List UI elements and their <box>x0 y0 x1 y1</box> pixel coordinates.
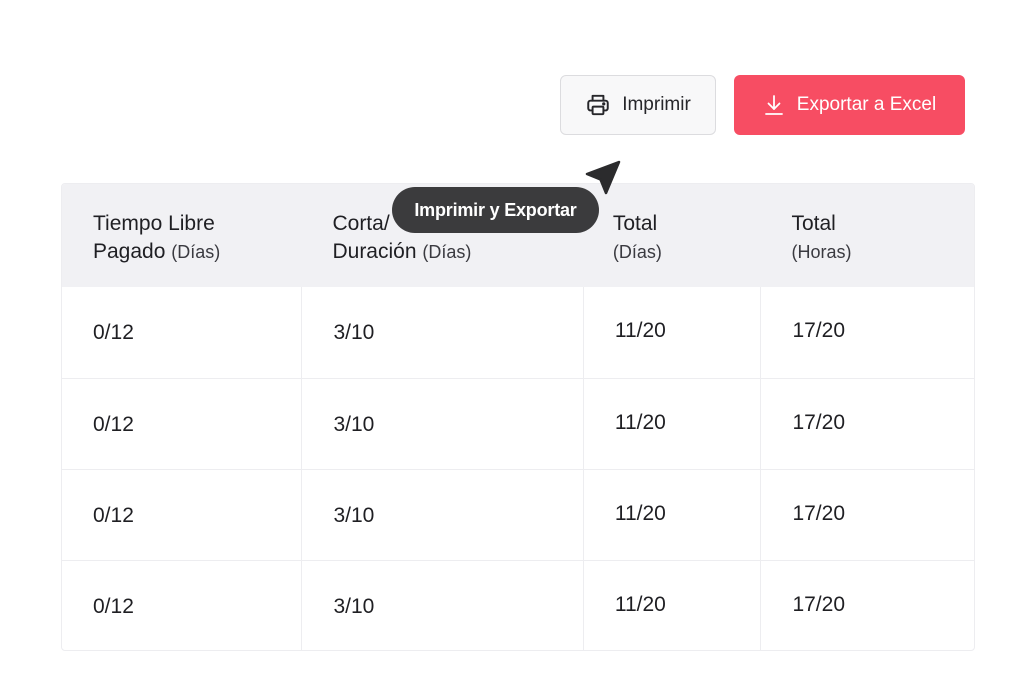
table-row: 0/12 3/10 11/20 17/20 <box>62 287 974 378</box>
header-unit: (Días) <box>171 242 221 262</box>
download-icon <box>763 93 785 117</box>
table-cell: 11/20 <box>582 379 761 470</box>
table-row: 0/12 3/10 11/20 17/20 <box>62 560 974 650</box>
tooltip: Imprimir y Exportar <box>392 187 599 233</box>
table-cell: 0/12 <box>93 412 134 436</box>
header-line: Corta/ <box>332 212 390 235</box>
page: Imprimir Exportar a Excel Tiempo Libre P… <box>0 0 1024 695</box>
table-cell: 3/10 <box>301 561 582 650</box>
table-cell: 17/20 <box>760 470 974 561</box>
header-unit: (Días) <box>612 242 662 262</box>
header-line: Total <box>612 212 658 235</box>
table-cell: 17/20 <box>760 561 974 650</box>
table-cell: 0/12 <box>93 320 134 344</box>
table-cell: 11/20 <box>582 561 761 650</box>
table-body: 0/12 3/10 11/20 17/20 0/12 3/10 11/20 17… <box>62 287 974 650</box>
table-cell: 3/10 <box>301 379 582 470</box>
table-row: 0/12 3/10 11/20 17/20 <box>62 469 974 561</box>
mouse-pointer-icon <box>584 157 624 197</box>
export-excel-button[interactable]: Exportar a Excel <box>734 75 965 135</box>
balances-table: Tiempo Libre Pagado (Días) Corta/ Duraci… <box>61 183 975 651</box>
header-unit: (Días) <box>422 242 472 262</box>
header-line: Duración <box>332 240 417 263</box>
table-row: 0/12 3/10 11/20 17/20 <box>62 378 974 470</box>
header-unit: (Horas) <box>791 242 852 262</box>
column-header-paid-time-off[interactable]: Tiempo Libre Pagado (Días) <box>62 184 301 287</box>
table-cell: 11/20 <box>582 470 761 561</box>
column-header-total-days[interactable]: Total (Días) <box>583 184 761 287</box>
print-button[interactable]: Imprimir <box>560 75 716 135</box>
column-header-total-hours[interactable]: Total (Horas) <box>760 184 974 287</box>
header-line: Total <box>791 212 836 235</box>
table-cell: 0/12 <box>93 594 134 618</box>
table-cell: 17/20 <box>760 287 974 378</box>
table-cell: 3/10 <box>301 470 582 561</box>
printer-icon <box>585 92 611 118</box>
header-line: Tiempo Libre <box>93 212 215 235</box>
table-cell: 0/12 <box>93 503 134 527</box>
table-cell: 11/20 <box>582 287 761 378</box>
table-cell: 17/20 <box>760 379 974 470</box>
print-button-label: Imprimir <box>622 94 691 115</box>
table-cell: 3/10 <box>301 287 582 378</box>
header-line: Pagado <box>93 240 166 263</box>
export-button-label: Exportar a Excel <box>796 94 937 115</box>
